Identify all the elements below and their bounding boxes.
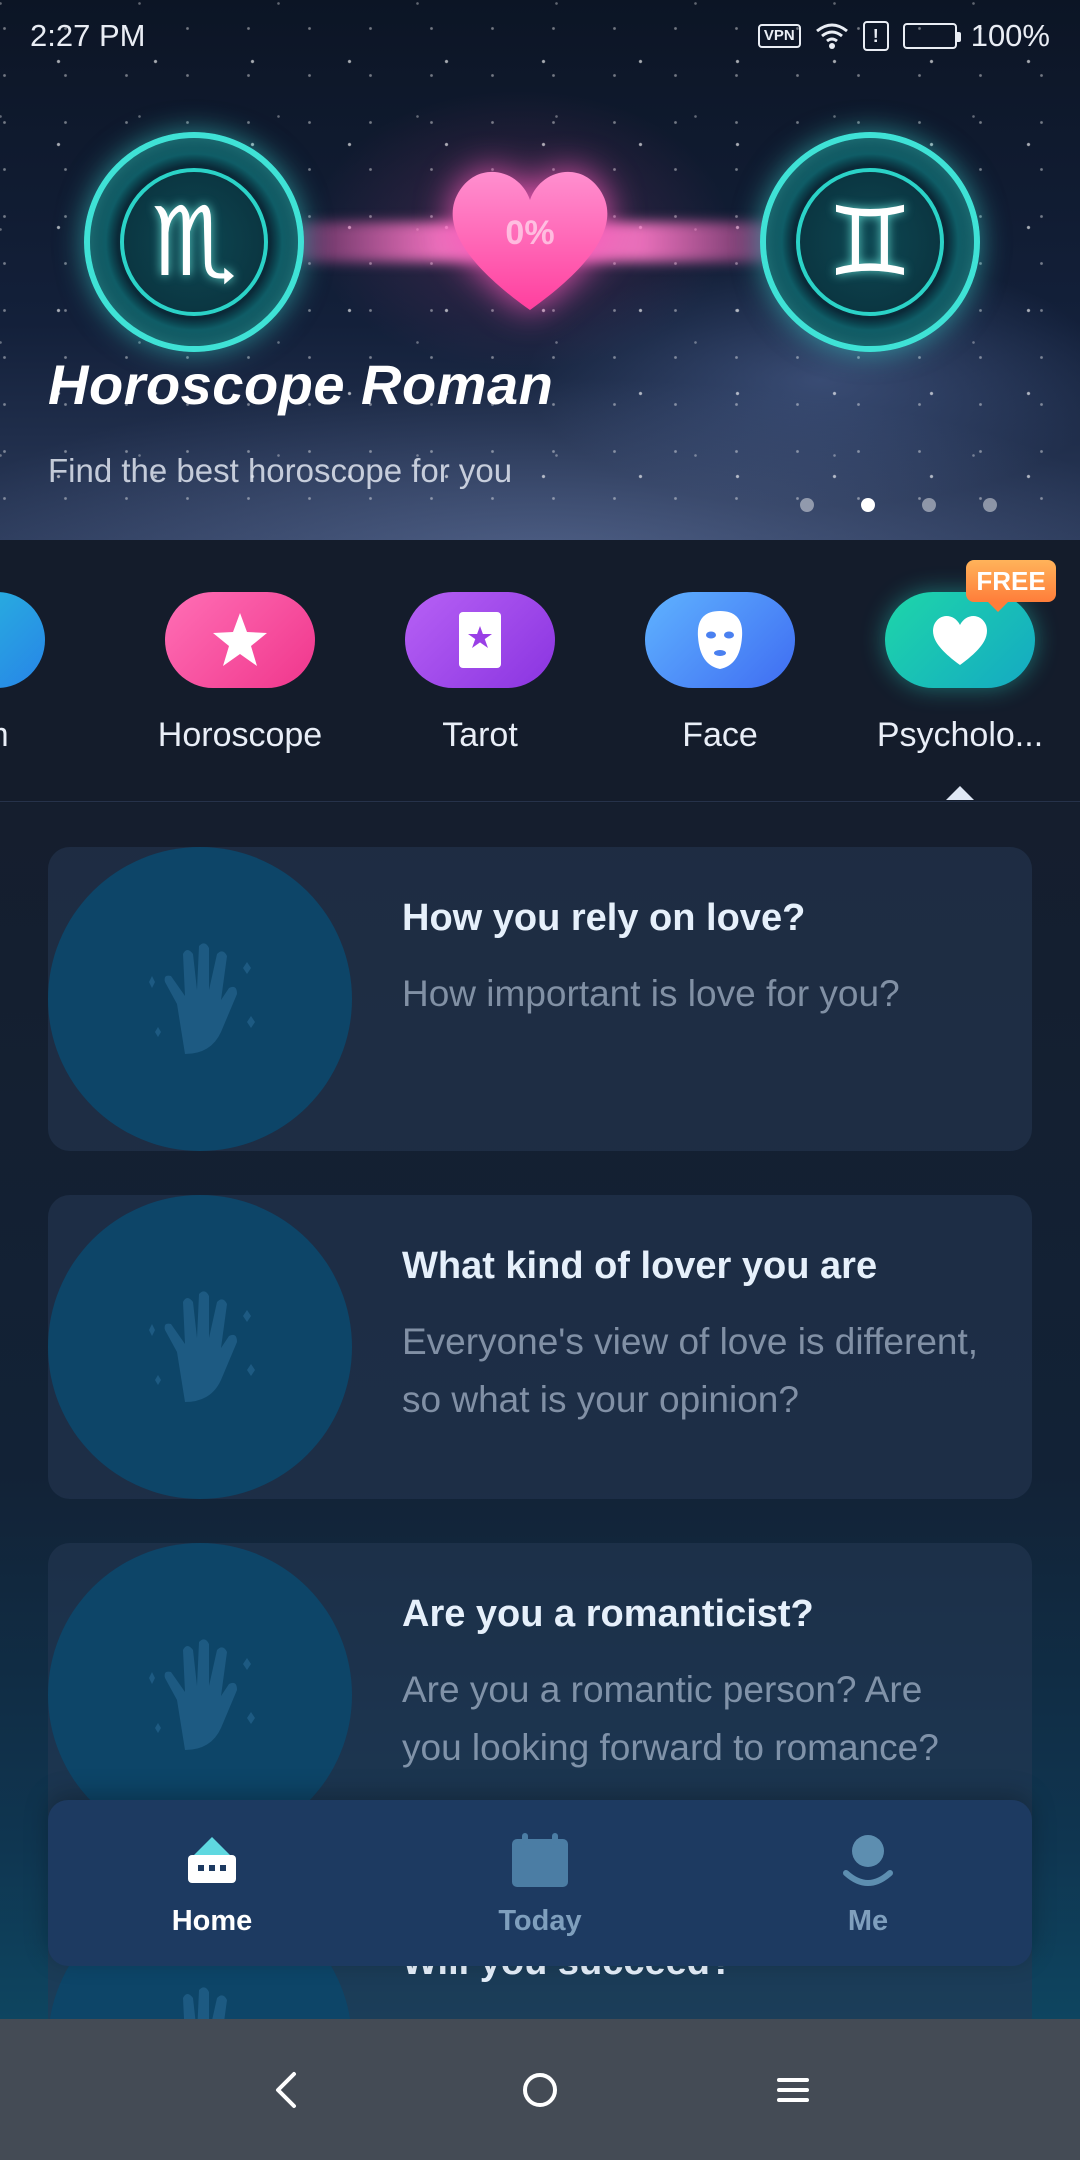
home-icon — [180, 1829, 244, 1893]
home-button[interactable] — [500, 2050, 580, 2130]
vpn-icon: VPN — [757, 24, 801, 48]
battery-percent: 100% — [970, 18, 1050, 53]
selected-category-indicator — [946, 786, 974, 800]
tab-label: Today — [498, 1904, 582, 1937]
tarot-card-icon — [405, 592, 555, 688]
test-description: Everyone's view of love is different, so… — [402, 1321, 979, 1420]
tab-today[interactable]: Today — [420, 1829, 660, 1938]
category-label: Horoscope — [157, 716, 323, 754]
category-label: Tarot — [442, 716, 518, 754]
alert-icon: ! — [862, 21, 889, 51]
test-description: How important is love for you? — [402, 973, 900, 1014]
match-heart: 0% — [440, 160, 620, 320]
carousel-dot[interactable] — [800, 498, 814, 512]
carousel-dot-active[interactable] — [861, 498, 875, 512]
status-icons: VPN ! 100% — [757, 18, 1050, 54]
category-label: Palm — [0, 716, 9, 755]
heart-icon — [885, 592, 1035, 688]
hand-icon — [48, 847, 352, 1151]
category-palm[interactable]: Palm — [0, 592, 90, 755]
category-face[interactable]: Face — [600, 592, 840, 755]
calendar-icon — [508, 1829, 572, 1893]
carousel-dot[interactable] — [983, 498, 997, 512]
hero-title: Horoscope Roman — [48, 353, 554, 416]
carousel-indicator — [800, 498, 997, 512]
wifi-icon — [815, 23, 848, 49]
battery-icon — [902, 23, 961, 49]
profile-icon — [836, 1829, 900, 1893]
hero-subtitle: Find the best horoscope for you — [48, 452, 513, 489]
face-mask-icon — [645, 592, 795, 688]
palm-icon — [0, 592, 45, 688]
category-tarot[interactable]: Tarot — [360, 592, 600, 755]
menu-icon — [777, 2077, 810, 2102]
menu-button[interactable] — [753, 2050, 833, 2130]
list-item[interactable]: What kind of lover you are Everyone's vi… — [48, 1195, 1032, 1499]
test-title: Are you a romanticist? — [402, 1593, 814, 1635]
back-button[interactable] — [247, 2050, 327, 2130]
list-item[interactable]: How you rely on love? How important is l… — [48, 847, 1032, 1151]
tab-me[interactable]: Me — [748, 1829, 988, 1938]
free-badge: FREE — [966, 560, 1056, 612]
status-bar: 2:27 PM VPN ! 100% — [0, 0, 1080, 72]
system-navigation-bar — [0, 2019, 1080, 2160]
gemini-sign-icon: ♊ — [760, 132, 980, 352]
category-label: Face — [682, 716, 758, 754]
category-label: Psycholo... — [876, 716, 1044, 754]
category-strip[interactable]: Palm Horoscope Tarot Face — [0, 540, 1080, 802]
tab-label: Home — [171, 1904, 253, 1937]
status-time: 2:27 PM — [30, 18, 146, 53]
test-title: How you rely on love? — [402, 897, 806, 939]
hand-icon — [48, 1195, 352, 1499]
test-description: Are you a romantic person? Are you looki… — [402, 1669, 939, 1768]
tab-label: Me — [847, 1904, 889, 1937]
star-icon — [165, 592, 315, 688]
circle-home-icon — [522, 2072, 557, 2107]
hero-banner[interactable]: 2:27 PM VPN ! 100% ♏ ♊ 0% Horoscope Roma… — [0, 0, 1080, 540]
scorpio-sign-icon: ♏ — [84, 132, 304, 352]
back-icon — [275, 2071, 296, 2108]
category-psychology[interactable]: Psycholo... — [840, 592, 1080, 755]
test-title: What kind of lover you are — [402, 1245, 878, 1287]
carousel-dot[interactable] — [922, 498, 936, 512]
bottom-tab-bar: Home Today Me — [48, 1800, 1032, 1966]
category-horoscope[interactable]: Horoscope — [120, 592, 360, 755]
match-percent: 0% — [505, 213, 555, 252]
tab-home[interactable]: Home — [92, 1829, 332, 1938]
